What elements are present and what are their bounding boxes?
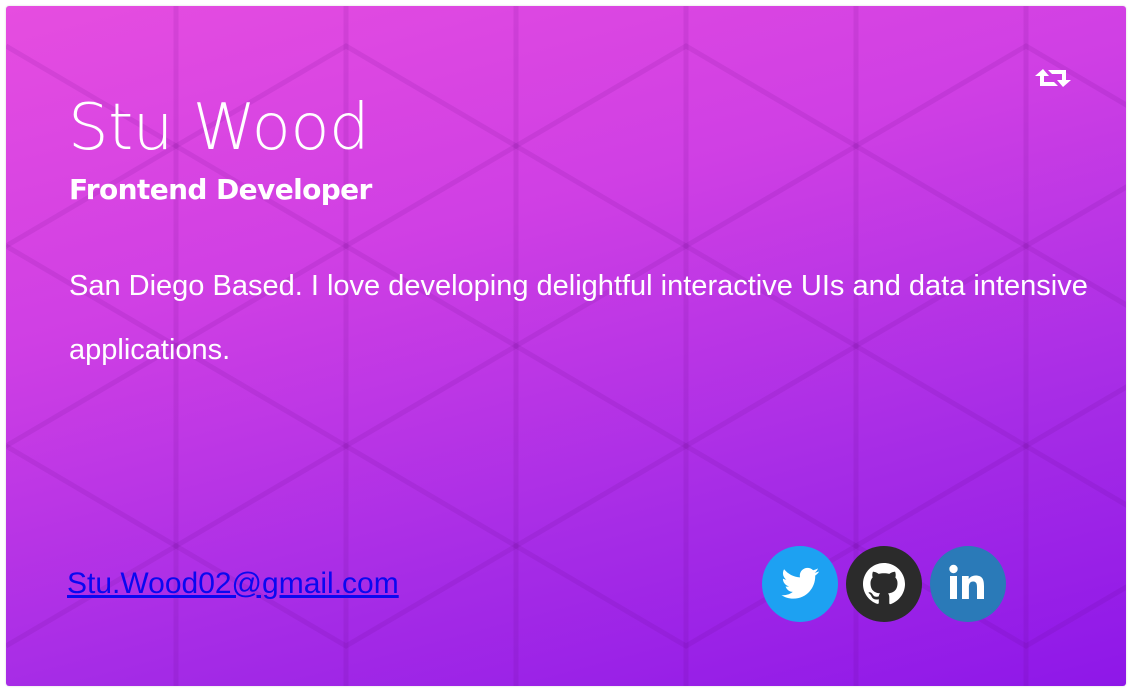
profile-bio: San Diego Based. I love developing delig… xyxy=(69,270,1088,366)
twitter-icon xyxy=(762,546,838,622)
github-icon xyxy=(846,546,922,622)
email-link[interactable]: Stu.Wood02@gmail.com xyxy=(67,564,399,604)
profile-name: Stu Wood xyxy=(68,91,370,165)
linkedin-link[interactable] xyxy=(930,546,1006,622)
twitter-link[interactable] xyxy=(762,546,838,622)
linkedin-icon xyxy=(930,546,1006,622)
retweet-icon xyxy=(1035,69,1071,87)
flip-card-button[interactable] xyxy=(1034,64,1072,92)
profile-card: Stu Wood Frontend Developer San Diego Ba… xyxy=(6,6,1126,686)
profile-role: Frontend Developer xyxy=(69,173,372,206)
github-link[interactable] xyxy=(846,546,922,622)
